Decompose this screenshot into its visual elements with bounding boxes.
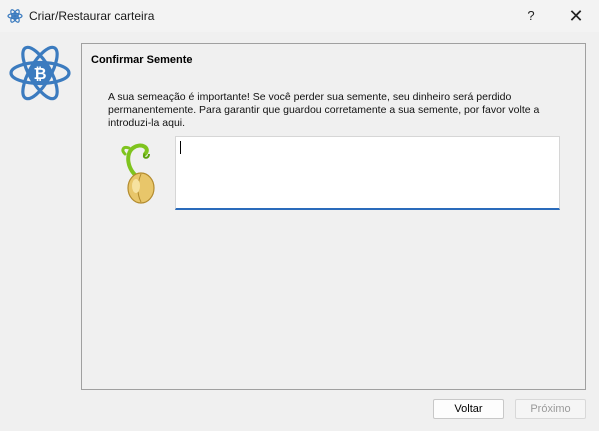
electrum-atom-icon (7, 9, 23, 23)
back-button[interactable]: Voltar (433, 399, 504, 419)
help-button[interactable]: ? (516, 0, 546, 32)
panel-title: Confirmar Semente (91, 54, 193, 66)
seed-instructions: A sua semeação é importante! Se você per… (108, 91, 540, 129)
confirm-seed-panel: Confirmar Semente A sua semeação é impor… (81, 43, 586, 390)
text-caret (180, 141, 181, 154)
seed-input[interactable] (175, 136, 560, 210)
electrum-bitcoin-logo-icon: ₿ (9, 45, 71, 101)
window-title: Criar/Restaurar carteira (29, 9, 155, 23)
next-button[interactable]: Próximo (515, 399, 586, 419)
close-button[interactable]: ✕ (560, 0, 592, 32)
title-bar: Criar/Restaurar carteira ? ✕ (0, 0, 599, 32)
svg-text:₿: ₿ (33, 64, 46, 83)
sprouting-seed-icon (121, 143, 155, 204)
